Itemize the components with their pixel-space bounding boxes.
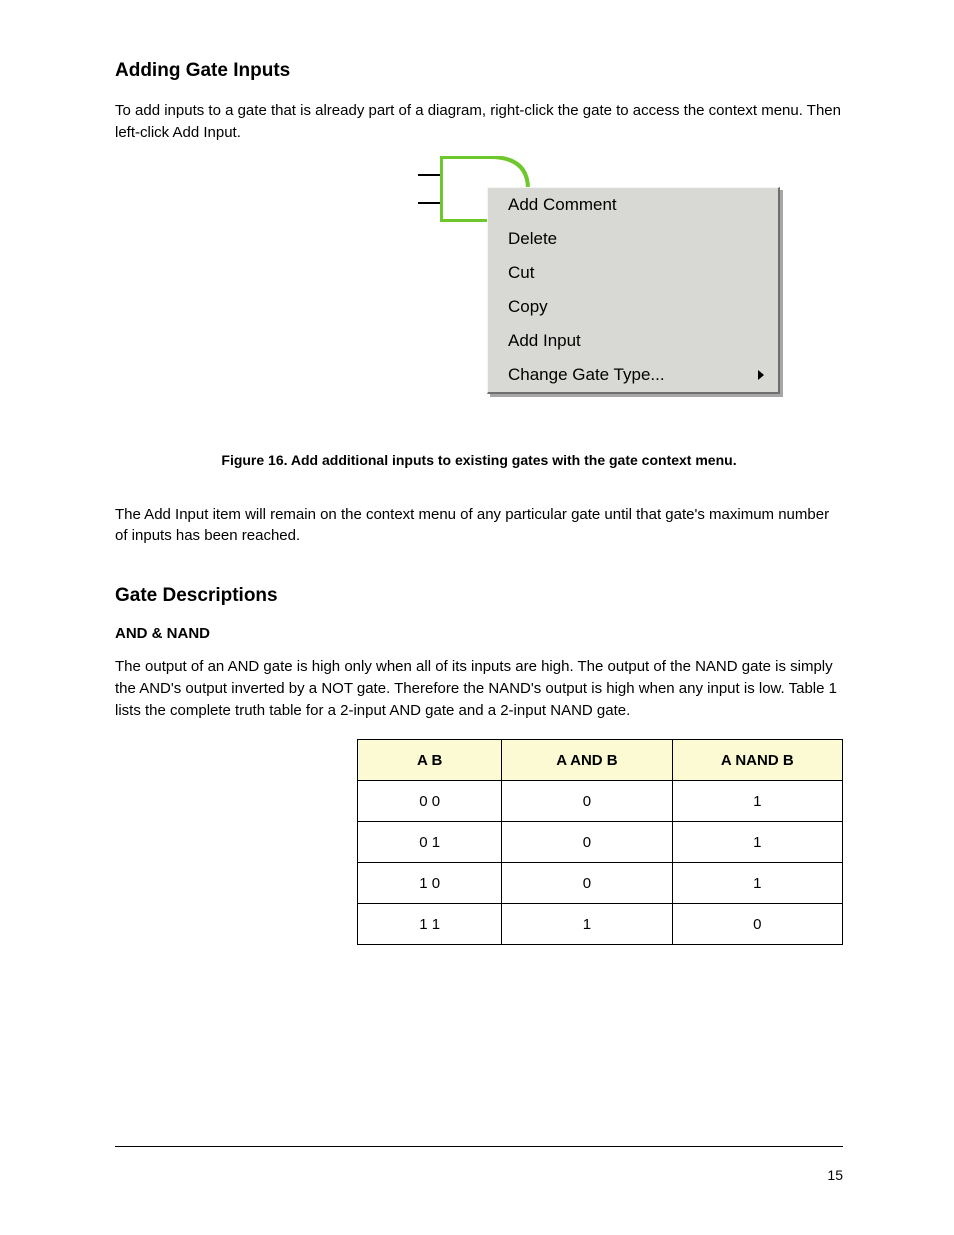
table-cell: 1 — [672, 781, 842, 822]
table-cell: 0 0 — [358, 781, 502, 822]
menu-item-copy[interactable]: Copy — [488, 290, 778, 324]
menu-item-change-gate-type[interactable]: Change Gate Type... — [488, 358, 778, 392]
section-heading-gate-descriptions: Gate Descriptions — [115, 585, 843, 607]
footer-divider — [115, 1146, 843, 1147]
truth-table: A B A AND B A NAND B 0 0 0 1 0 1 0 1 1 0… — [357, 739, 843, 945]
menu-item-label: Copy — [508, 297, 548, 316]
menu-item-label: Delete — [508, 229, 557, 248]
table-header-ab: A B — [358, 740, 502, 781]
menu-item-add-input[interactable]: Add Input — [488, 324, 778, 358]
table-header-row: A B A AND B A NAND B — [358, 740, 843, 781]
body-paragraph-instructions: To add inputs to a gate that is already … — [115, 100, 843, 144]
submenu-arrow-icon — [758, 370, 764, 380]
table-cell: 0 — [502, 822, 672, 863]
menu-item-delete[interactable]: Delete — [488, 222, 778, 256]
table-cell: 1 — [672, 863, 842, 904]
table-cell: 1 — [502, 904, 672, 945]
table-header-nand: A NAND B — [672, 740, 842, 781]
table-header-and: A AND B — [502, 740, 672, 781]
table-row: 1 1 1 0 — [358, 904, 843, 945]
table-row: 0 1 0 1 — [358, 822, 843, 863]
figure-caption: Figure 16. Add additional inputs to exis… — [115, 452, 843, 468]
menu-item-label: Add Input — [508, 331, 581, 350]
table-row: 1 0 0 1 — [358, 863, 843, 904]
menu-item-label: Change Gate Type... — [508, 365, 665, 384]
table-cell: 1 — [672, 822, 842, 863]
table-cell: 1 0 — [358, 863, 502, 904]
menu-item-add-comment[interactable]: Add Comment — [488, 188, 778, 222]
section-heading-adding-inputs: Adding Gate Inputs — [115, 60, 843, 82]
figure-context-menu: Add Comment Delete Cut Copy Add Input Ch… — [440, 156, 920, 416]
menu-item-label: Cut — [508, 263, 534, 282]
footer-page-number: 15 — [827, 1167, 843, 1183]
body-paragraph-note: The Add Input item will remain on the co… — [115, 504, 843, 548]
table-cell: 1 1 — [358, 904, 502, 945]
gate-context-menu: Add Comment Delete Cut Copy Add Input Ch… — [487, 187, 780, 394]
table-cell: 0 1 — [358, 822, 502, 863]
table-cell: 0 — [502, 863, 672, 904]
table-cell: 0 — [672, 904, 842, 945]
table-row: 0 0 0 1 — [358, 781, 843, 822]
body-paragraph-gate-desc: The output of an AND gate is high only w… — [115, 656, 843, 721]
table-cell: 0 — [502, 781, 672, 822]
menu-item-label: Add Comment — [508, 195, 617, 214]
menu-item-cut[interactable]: Cut — [488, 256, 778, 290]
subsection-heading-and-nand: AND & NAND — [115, 625, 843, 642]
